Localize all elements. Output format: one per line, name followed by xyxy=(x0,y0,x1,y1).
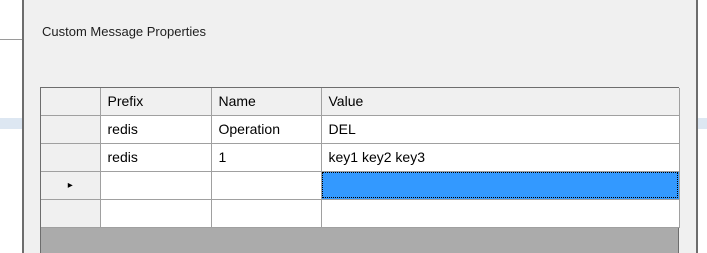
cell-prefix[interactable]: redis xyxy=(100,143,212,172)
divider xyxy=(698,118,707,129)
cell-name[interactable] xyxy=(211,199,322,228)
properties-grid[interactable]: Prefix Name Value redis Operation DEL re… xyxy=(40,87,680,253)
cell-prefix[interactable] xyxy=(100,171,212,200)
table-row[interactable]: redis 1 key1 key2 key3 xyxy=(41,143,680,172)
table-row[interactable] xyxy=(41,199,680,228)
column-header-value[interactable]: Value xyxy=(321,88,680,116)
grid-header-row: Prefix Name Value xyxy=(41,88,680,116)
background-window-edge xyxy=(0,0,22,253)
row-header[interactable] xyxy=(41,143,101,172)
page: Custom Message Properties Prefix Name Va… xyxy=(0,0,707,253)
divider xyxy=(0,118,22,129)
row-header-corner[interactable] xyxy=(41,88,101,116)
divider xyxy=(0,39,22,40)
cell-prefix[interactable] xyxy=(100,199,212,228)
column-header-name[interactable]: Name xyxy=(211,88,322,116)
cell-prefix[interactable]: redis xyxy=(100,115,212,144)
cell-value-selected[interactable] xyxy=(321,171,680,200)
cell-value[interactable] xyxy=(321,199,680,228)
cell-value[interactable]: DEL xyxy=(321,115,680,144)
group-title: Custom Message Properties xyxy=(42,24,207,39)
table-row[interactable]: redis Operation DEL xyxy=(41,115,680,144)
table-row-new[interactable]: ▸ xyxy=(41,171,680,200)
cell-value[interactable]: key1 key2 key3 xyxy=(321,143,680,172)
cell-name[interactable]: Operation xyxy=(211,115,322,144)
current-row-arrow-icon[interactable]: ▸ xyxy=(41,171,101,200)
background-window-edge xyxy=(696,0,707,253)
row-header[interactable] xyxy=(41,115,101,144)
row-header[interactable] xyxy=(41,199,101,228)
column-header-prefix[interactable]: Prefix xyxy=(100,88,212,116)
cell-name[interactable] xyxy=(211,171,322,200)
cell-name[interactable]: 1 xyxy=(211,143,322,172)
